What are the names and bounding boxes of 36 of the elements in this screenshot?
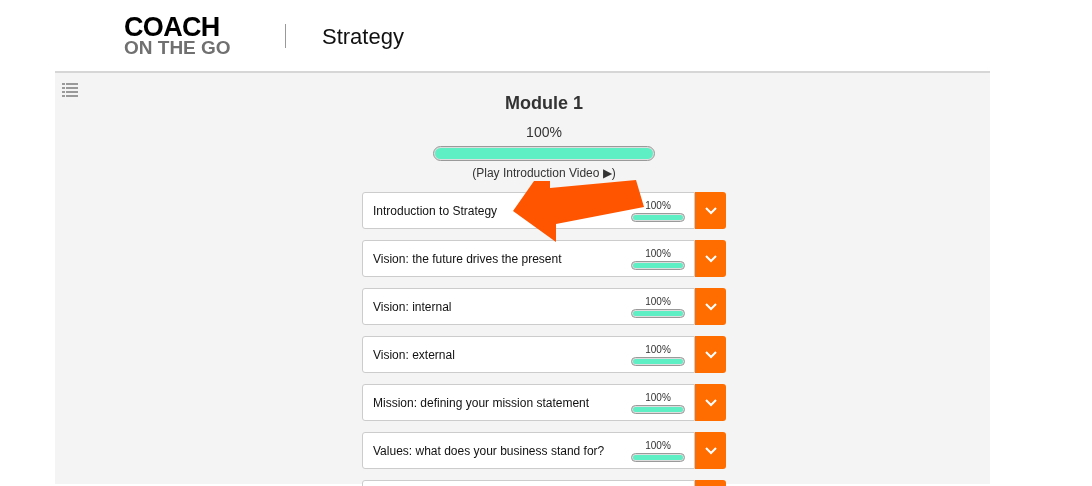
module-title: Module 1 xyxy=(505,92,583,115)
list-icon[interactable] xyxy=(62,83,78,97)
play-video-link[interactable]: (Play Introduction Video ▶) xyxy=(472,164,616,182)
lesson-progress-text: 100% xyxy=(645,247,671,259)
logo-tagline: ON THE GO xyxy=(124,38,232,57)
lesson-card[interactable]: Vision: the future drives the present 100% xyxy=(362,240,695,277)
chevron-down-icon xyxy=(704,206,717,215)
expand-button[interactable] xyxy=(695,240,726,277)
expand-button[interactable] xyxy=(695,192,726,229)
lesson-progress-text: 100% xyxy=(645,343,671,355)
lesson-card[interactable]: Vision: internal 100% xyxy=(362,288,695,325)
lesson-progress-text: 100% xyxy=(645,295,671,307)
lesson-title: Values: what does your business stand for? xyxy=(373,442,606,460)
chevron-down-icon xyxy=(704,302,717,311)
page-title: Strategy xyxy=(322,23,404,51)
lesson-title: Vision: the future drives the present xyxy=(373,250,563,268)
expand-button[interactable] xyxy=(695,384,726,421)
lesson-title: Introduction to Strategy xyxy=(373,202,499,220)
lesson-title: Mission: defining your mission statement xyxy=(373,394,591,412)
chevron-down-icon xyxy=(704,446,717,455)
module-progress-text: 100% xyxy=(526,123,562,142)
lesson-title: Vision: external xyxy=(373,346,456,364)
lesson-progress-text: 100% xyxy=(645,391,671,403)
lesson-progress-text: 100% xyxy=(645,199,671,211)
lesson-card[interactable]: Values: what does your business stand for? 100% xyxy=(362,432,695,469)
lesson-title: Vision: internal xyxy=(373,298,453,316)
expand-button[interactable] xyxy=(695,336,726,373)
lesson-card[interactable]: Vision: external 100% xyxy=(362,336,695,373)
expand-button[interactable] xyxy=(695,288,726,325)
logo-text: COACH xyxy=(124,14,220,39)
lesson-card[interactable]: Mission: defining your mission statement 100% xyxy=(362,384,695,421)
expand-button[interactable] xyxy=(695,432,726,469)
chevron-down-icon xyxy=(704,398,717,407)
lesson-progress-text: 100% xyxy=(645,439,671,451)
chevron-down-icon xyxy=(704,254,717,263)
chevron-down-icon xyxy=(704,350,717,359)
